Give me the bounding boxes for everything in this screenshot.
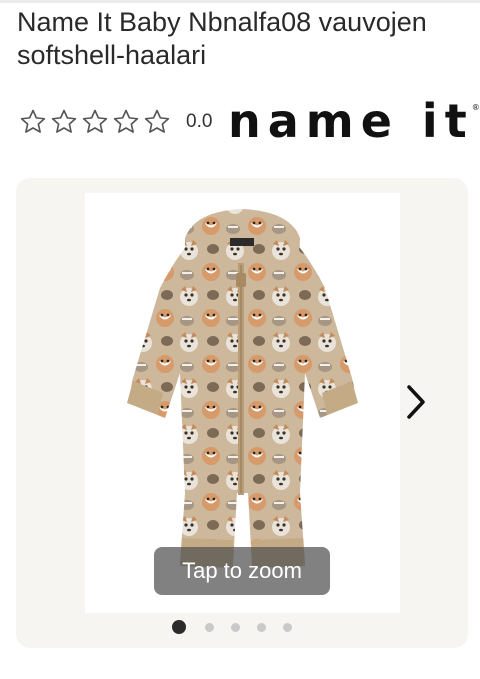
tap-to-zoom-hint[interactable]: Tap to zoom — [154, 547, 330, 595]
pagination-dot-4[interactable] — [257, 622, 266, 632]
pagination-dot-3[interactable] — [231, 622, 240, 632]
star-outline-icon — [82, 109, 108, 133]
pagination-dot-5[interactable] — [283, 622, 292, 632]
rating-stars — [18, 107, 172, 137]
star-outline-icon — [113, 109, 139, 133]
star-outline-icon — [20, 109, 46, 133]
chevron-right-icon — [407, 385, 425, 419]
pagination-dot-1[interactable] — [172, 620, 186, 634]
product-title: Name It Baby Nbnalfa08 vauvojen softshel… — [17, 7, 427, 70]
next-image-button[interactable] — [400, 381, 432, 423]
rating-row[interactable]: 0.0 — [18, 102, 212, 142]
top-divider — [0, 0, 480, 3]
brand-logo[interactable]: name it ® — [228, 96, 480, 146]
pagination-dot-2[interactable] — [205, 622, 214, 632]
star-outline-icon — [144, 109, 170, 133]
product-image-gallery[interactable]: Tap to zoom — [16, 178, 468, 648]
brand-name: name it — [228, 94, 474, 148]
rating-value: 0.0 — [186, 111, 213, 132]
registered-mark: ® — [471, 103, 480, 112]
image-pagination-dots — [172, 618, 292, 636]
star-outline-icon — [51, 109, 77, 133]
